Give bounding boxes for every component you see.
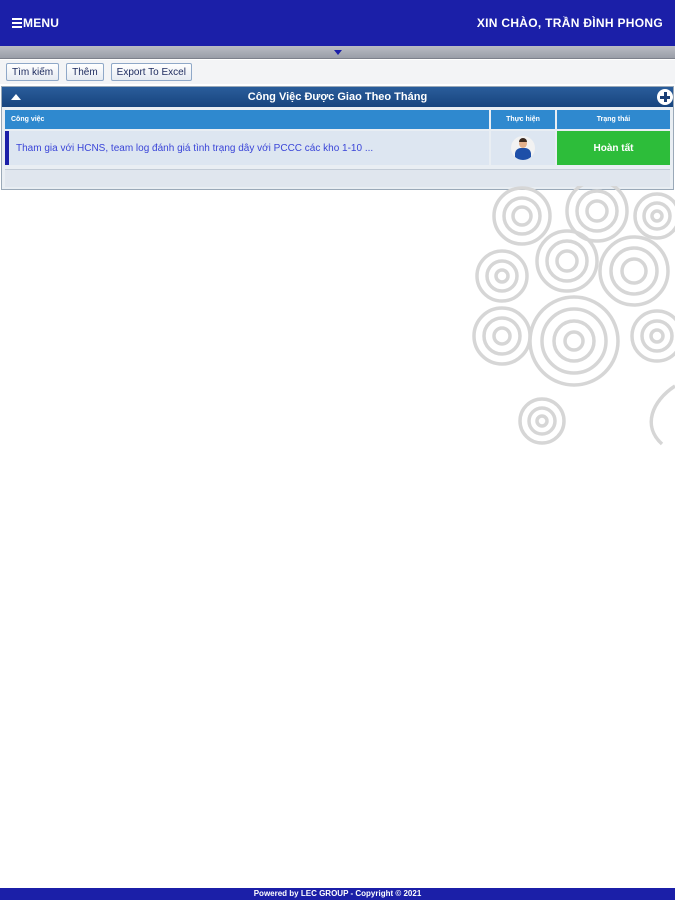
column-header-status[interactable]: Trạng thái <box>557 110 670 129</box>
collapse-up-icon[interactable] <box>11 94 21 100</box>
column-header-work[interactable]: Công việc <box>5 110 489 129</box>
assignee-cell <box>491 131 555 165</box>
table-header-row: Công việc Thực hiện Trạng thái <box>5 110 670 129</box>
swirl-pattern-decoration <box>472 186 675 446</box>
panel-title: Công Việc Được Giao Theo Tháng <box>247 91 428 103</box>
assigned-tasks-panel: Công Việc Được Giao Theo Tháng Công việc… <box>1 86 674 190</box>
table-row[interactable]: Tham gia với HCNS, team log đánh giá tìn… <box>5 131 670 165</box>
add-circle-icon[interactable] <box>657 89 673 105</box>
footer-copyright: Powered by LEC GROUP - Copyright © 2021 <box>0 888 675 900</box>
avatar[interactable] <box>511 136 535 160</box>
status-badge[interactable]: Hoàn tất <box>557 131 670 165</box>
menu-label: MENU <box>23 16 60 30</box>
menu-button[interactable]: MENU <box>12 16 59 30</box>
greeting-text: XIN CHÀO, TRẦN ĐÌNH PHONG <box>476 16 663 30</box>
top-bar: MENU XIN CHÀO, TRẦN ĐÌNH PHONG <box>0 0 675 46</box>
add-button[interactable]: Thêm <box>66 63 104 81</box>
tasks-table: Công việc Thực hiện Trạng thái Tham gia … <box>3 108 672 167</box>
header-collapse-bar <box>0 46 675 59</box>
task-title-link[interactable]: Tham gia với HCNS, team log đánh giá tìn… <box>5 131 489 165</box>
hamburger-icon <box>12 16 22 30</box>
toolbar: Tìm kiếm Thêm Export To Excel <box>0 60 675 84</box>
search-button[interactable]: Tìm kiếm <box>6 63 60 81</box>
table-footer <box>5 169 670 187</box>
export-excel-button[interactable]: Export To Excel <box>110 63 192 81</box>
panel-header: Công Việc Được Giao Theo Tháng <box>2 87 673 107</box>
column-header-assignee[interactable]: Thực hiện <box>491 110 555 129</box>
caret-down-icon[interactable] <box>333 49 342 55</box>
